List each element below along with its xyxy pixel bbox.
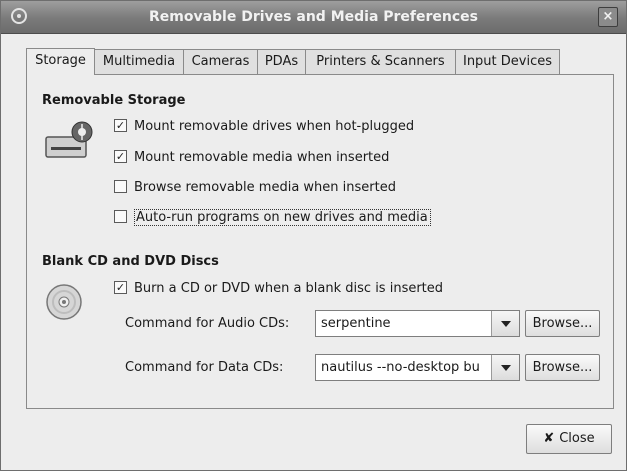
option-mount-drives[interactable]: ✓ Mount removable drives when hot-plugged	[114, 117, 414, 137]
audio-browse-button[interactable]: Browse...	[525, 310, 600, 337]
option-browse-media[interactable]: Browse removable media when inserted	[114, 178, 396, 198]
autorun-checkbox[interactable]	[114, 210, 127, 223]
mount-drives-checkbox[interactable]: ✓	[114, 119, 127, 132]
preferences-window: Removable Drives and Media Preferences ×…	[0, 0, 627, 471]
tab-printers-scanners[interactable]: Printers & Scanners	[305, 49, 456, 74]
data-cd-command-value[interactable]: nautilus --no-desktop bu	[321, 355, 489, 380]
data-cd-command-label: Command for Data CDs:	[125, 360, 284, 375]
tab-multimedia[interactable]: Multimedia	[94, 49, 184, 74]
burn-disc-label: Burn a CD or DVD when a blank disc is in…	[134, 281, 444, 296]
audio-cd-command-combo[interactable]: serpentine	[315, 310, 520, 337]
mount-drives-label: Mount removable drives when hot-plugged	[134, 119, 415, 134]
tab-input-devices[interactable]: Input Devices	[455, 49, 560, 74]
burn-disc-checkbox[interactable]: ✓	[114, 281, 127, 294]
mount-media-label: Mount removable media when inserted	[134, 150, 390, 165]
drive-icon	[45, 121, 93, 158]
audio-cd-command-label: Command for Audio CDs:	[125, 316, 290, 331]
option-mount-media[interactable]: ✓ Mount removable media when inserted	[114, 148, 389, 168]
window-close-button[interactable]: ×	[598, 7, 618, 27]
browse-media-label: Browse removable media when inserted	[134, 180, 396, 195]
audio-cd-command-value[interactable]: serpentine	[321, 311, 391, 336]
close-icon: ✘	[543, 431, 555, 446]
data-cd-command-combo[interactable]: nautilus --no-desktop bu	[315, 354, 520, 381]
removable-storage-title: Removable Storage	[42, 93, 186, 108]
option-autorun[interactable]: Auto-run programs on new drives and medi…	[114, 208, 431, 228]
close-button[interactable]: ✘ Close	[526, 424, 612, 454]
chevron-down-icon[interactable]	[491, 355, 519, 380]
tab-pdas[interactable]: PDAs	[257, 49, 306, 74]
tab-cameras[interactable]: Cameras	[183, 49, 258, 74]
browse-media-checkbox[interactable]	[114, 180, 127, 193]
close-button-label: Close	[559, 431, 595, 446]
tab-storage[interactable]: Storage	[26, 48, 95, 75]
window-title: Removable Drives and Media Preferences	[148, 9, 478, 25]
chevron-down-icon[interactable]	[491, 311, 519, 336]
disc-icon	[46, 284, 82, 320]
autorun-label: Auto-run programs on new drives and medi…	[134, 209, 431, 226]
blank-discs-title: Blank CD and DVD Discs	[42, 254, 219, 269]
data-browse-button[interactable]: Browse...	[525, 354, 600, 381]
mount-media-checkbox[interactable]: ✓	[114, 150, 127, 163]
title-bar[interactable]: Removable Drives and Media Preferences ×	[1, 1, 626, 34]
option-burn-disc[interactable]: ✓ Burn a CD or DVD when a blank disc is i…	[114, 279, 443, 299]
